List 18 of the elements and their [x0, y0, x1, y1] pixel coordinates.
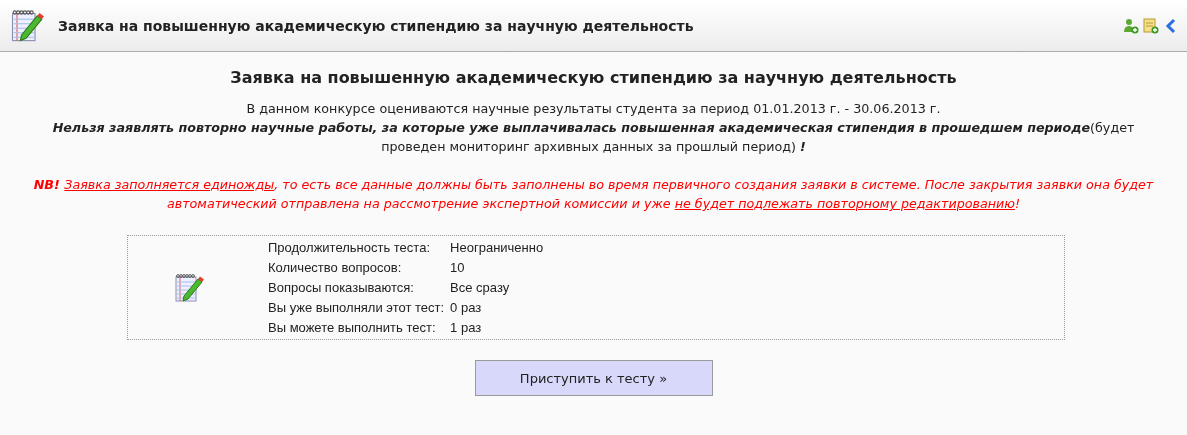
info-value: 0 раз — [450, 300, 483, 315]
person-add-icon[interactable] — [1123, 17, 1139, 34]
info-value: Все сразу — [450, 280, 511, 295]
info-label: Вы можете выполнить тест: — [268, 320, 437, 335]
page-title: Заявка на повышенную академическую стипендию за научную деятельность — [58, 17, 695, 34]
info-label: Вопросы показываются: — [268, 280, 415, 295]
info-label: Вы уже выполняли этот тест: — [268, 300, 445, 315]
start-test-button[interactable]: Приступить к тесту » — [474, 360, 713, 396]
nb-notice: NB! Заявка заполняется единожды, то есть все данные должны быть заполнены во время первичного создания заявки в системе. После закрытия заявки она будет автоматический отправлена на рассмотрение экспертной комиссии и уже не будет подлежать повторному редактированию! — [32, 176, 1155, 213]
info-label: Количество вопросов: — [268, 260, 403, 275]
note-add-icon[interactable] — [1143, 17, 1159, 34]
info-value: Неограниченно — [450, 240, 544, 255]
form-heading: Заявка на повышенную академическую стипендию за научную деятельность — [229, 68, 958, 87]
period-text: В данном конкурсе оцениваются научные результаты студента за период 01.01.2013 г. - 30.06.2013 г. — [245, 100, 942, 118]
info-value: 1 раз — [450, 320, 483, 335]
info-value: 10 — [450, 260, 466, 275]
warning-text: Нельзя заявлять повторно научные работы, за которые уже выплачивалась повышенная академическая стипендия в прошедшем периоде(будет проведен мониторинг архивных данных за прошлый период) ! — [51, 119, 1136, 156]
info-label: Продолжительность теста: — [268, 240, 431, 255]
